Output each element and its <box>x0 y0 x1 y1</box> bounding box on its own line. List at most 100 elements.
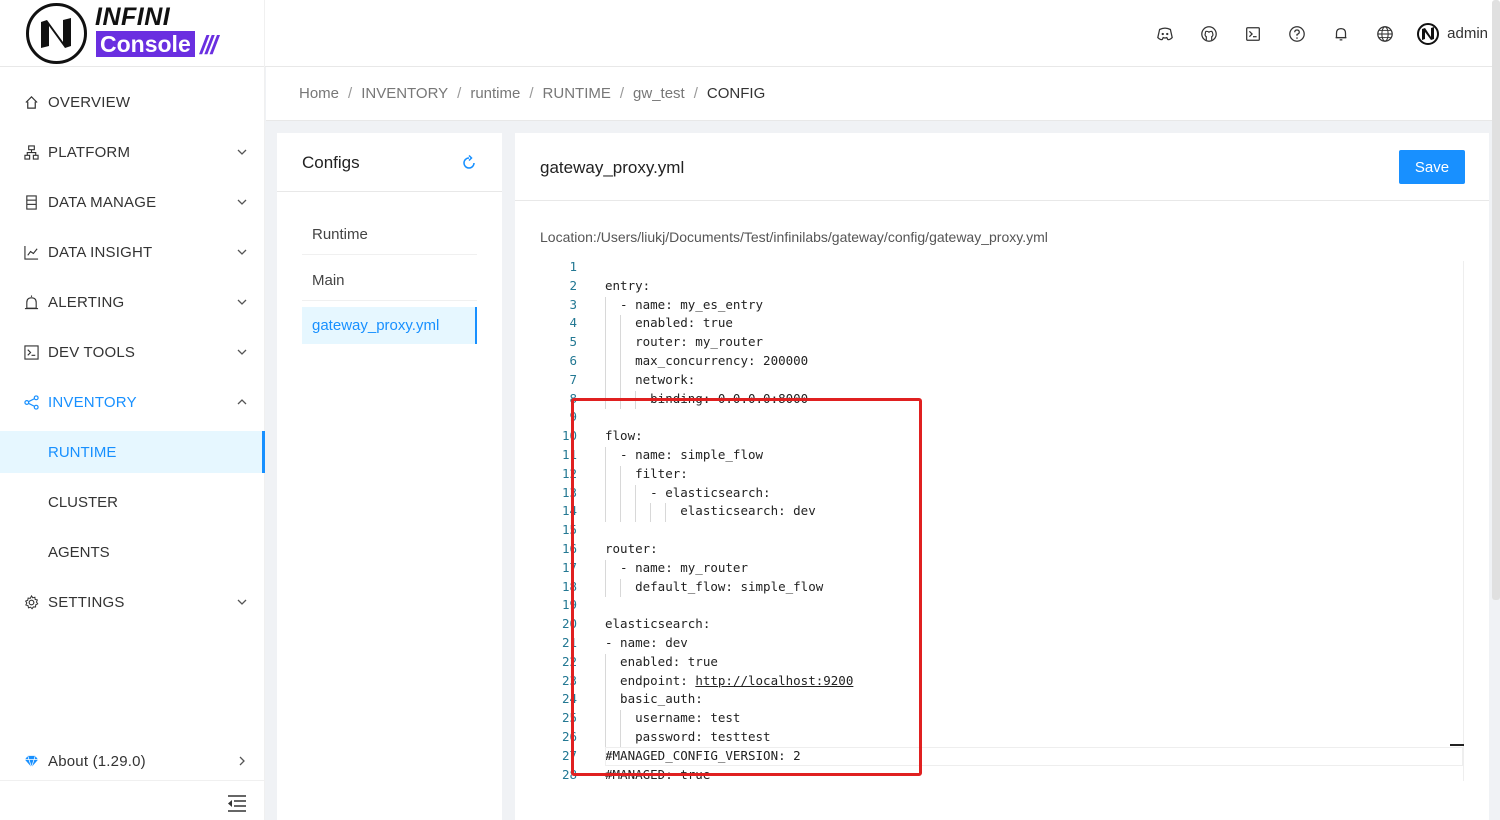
config-item-main[interactable]: Main <box>302 261 477 301</box>
logo-text-bottom: Console <box>96 31 195 57</box>
code-line[interactable]: 6 max_concurrency: 200000 <box>545 353 1465 372</box>
code-line[interactable]: 3 - name: my_es_entry <box>545 296 1465 316</box>
breadcrumb: Home / INVENTORY / runtime / RUNTIME / g… <box>299 85 765 102</box>
sidebar-subitem-cluster[interactable]: CLUSTER <box>0 481 265 523</box>
save-button[interactable]: Save <box>1399 150 1465 184</box>
chevron-up-icon <box>237 399 247 405</box>
code-line[interactable]: 2 entry: <box>545 278 1465 297</box>
line-number: 3 <box>569 296 577 312</box>
breadcrumb-home[interactable]: Home <box>299 85 339 102</box>
breadcrumb-gw-test[interactable]: gw_test <box>633 85 685 102</box>
breadcrumb-separator: / <box>348 85 353 102</box>
cluster-icon <box>23 144 39 160</box>
indent-guide <box>620 371 622 391</box>
sidebar-item-about[interactable]: About (1.29.0) <box>0 740 265 782</box>
breadcrumb-separator: / <box>457 85 462 102</box>
breadcrumb-separator: / <box>529 85 534 102</box>
indent-guide <box>620 315 622 335</box>
editor-scroll-marker[interactable] <box>1450 744 1464 746</box>
help-icon[interactable] <box>1275 0 1319 67</box>
code-text: entry: <box>605 277 651 293</box>
editor-filename: gateway_proxy.yml <box>540 158 685 177</box>
sidebar-subitem-agents[interactable]: AGENTS <box>0 531 265 573</box>
sidebar-item-overview[interactable]: OVERVIEW <box>0 81 265 123</box>
indent-guide <box>620 334 622 353</box>
logo[interactable]: INFINI Console /// <box>0 0 265 67</box>
diamond-icon <box>23 753 39 769</box>
chevron-down-icon <box>237 199 247 205</box>
logo-text-top: INFINI <box>95 3 171 31</box>
chevron-right-icon <box>239 756 245 766</box>
refresh-icon[interactable] <box>461 155 477 171</box>
indent-guide <box>605 315 606 335</box>
sidebar-divider <box>0 780 265 781</box>
header-toolbar: admin <box>1143 0 1500 67</box>
code-text: - name: my_es_entry <box>605 296 764 312</box>
terminal-icon[interactable] <box>1231 0 1275 67</box>
breadcrumb-bar: Home / INVENTORY / runtime / RUNTIME / g… <box>266 67 1500 121</box>
indent-guide <box>605 296 606 316</box>
code-icon <box>23 344 39 360</box>
code-text: network: <box>605 371 696 387</box>
code-line[interactable]: 1 <box>545 259 1465 278</box>
file-location: Location:/Users/liukj/Documents/Test/inf… <box>540 229 1048 245</box>
chevron-down-icon <box>237 299 247 305</box>
indent-guide <box>605 334 606 353</box>
gear-icon <box>23 594 39 610</box>
configs-title: Configs <box>302 153 360 172</box>
database-icon <box>23 194 39 210</box>
breadcrumb-separator: / <box>619 85 625 102</box>
breadcrumb-runtime-upper[interactable]: RUNTIME <box>543 85 611 102</box>
editor-header: gateway_proxy.yml Save <box>515 133 1489 201</box>
configs-header: Configs <box>277 133 502 192</box>
breadcrumb-current: CONFIG <box>706 85 766 102</box>
code-text: max_concurrency: 200000 <box>605 353 809 368</box>
chevron-down-icon <box>237 599 247 605</box>
user-avatar-icon[interactable] <box>1417 22 1440 45</box>
sidebar-item-inventory[interactable]: INVENTORY <box>0 381 265 423</box>
indent-guide <box>605 371 606 391</box>
page-scrollbar[interactable] <box>1492 0 1500 600</box>
globe-icon[interactable] <box>1363 0 1407 67</box>
discord-icon[interactable] <box>1143 0 1187 67</box>
chart-icon <box>23 244 39 260</box>
breadcrumb-inventory[interactable]: INVENTORY <box>361 85 448 102</box>
logo-mark-icon <box>26 3 87 64</box>
share-icon <box>23 394 39 410</box>
sidebar-item-platform[interactable]: PLATFORM <box>0 131 265 173</box>
breadcrumb-runtime[interactable]: runtime <box>470 85 520 102</box>
github-icon[interactable] <box>1187 0 1231 67</box>
indent-guide <box>605 353 606 372</box>
line-number: 2 <box>569 277 577 293</box>
user-name[interactable]: admin <box>1447 25 1488 42</box>
code-text: enabled: true <box>605 315 733 331</box>
code-line[interactable]: 4 enabled: true <box>545 315 1465 335</box>
config-item-runtime[interactable]: Runtime <box>302 215 477 255</box>
code-text: router: my_router <box>605 334 764 350</box>
line-number: 5 <box>569 334 577 350</box>
code-line[interactable]: 7 network: <box>545 371 1465 391</box>
indent-guide <box>620 353 622 372</box>
chevron-down-icon <box>237 349 247 355</box>
sidebar-item-settings[interactable]: SETTINGS <box>0 581 265 623</box>
home-icon <box>23 94 39 110</box>
sidebar-item-dev-tools[interactable]: DEV TOOLS <box>0 331 265 373</box>
sidebar-item-data-manage[interactable]: DATA MANAGE <box>0 181 265 223</box>
line-number: 7 <box>569 371 577 387</box>
line-number: 4 <box>569 315 577 331</box>
alarm-icon <box>23 294 39 310</box>
sidebar: OVERVIEW PLATFORM DATA MANAGE DATA INSIG… <box>0 67 265 820</box>
sidebar-item-data-insight[interactable]: DATA INSIGHT <box>0 231 265 273</box>
sidebar-item-alerting[interactable]: ALERTING <box>0 281 265 323</box>
chevron-down-icon <box>237 249 247 255</box>
chevron-down-icon <box>237 149 247 155</box>
config-item-gateway-proxy[interactable]: gateway_proxy.yml <box>302 307 477 344</box>
top-header: INFINI Console /// admin <box>0 0 1500 67</box>
configs-panel: Configs Runtime Main gateway_proxy.yml <box>277 133 502 820</box>
sidebar-subitem-runtime[interactable]: RUNTIME <box>0 431 265 473</box>
bell-icon[interactable] <box>1319 0 1363 67</box>
editor-scroll-border <box>1463 261 1464 781</box>
breadcrumb-separator: / <box>693 85 698 102</box>
collapse-menu-icon[interactable] <box>226 793 248 813</box>
code-line[interactable]: 5 router: my_router <box>545 334 1465 353</box>
